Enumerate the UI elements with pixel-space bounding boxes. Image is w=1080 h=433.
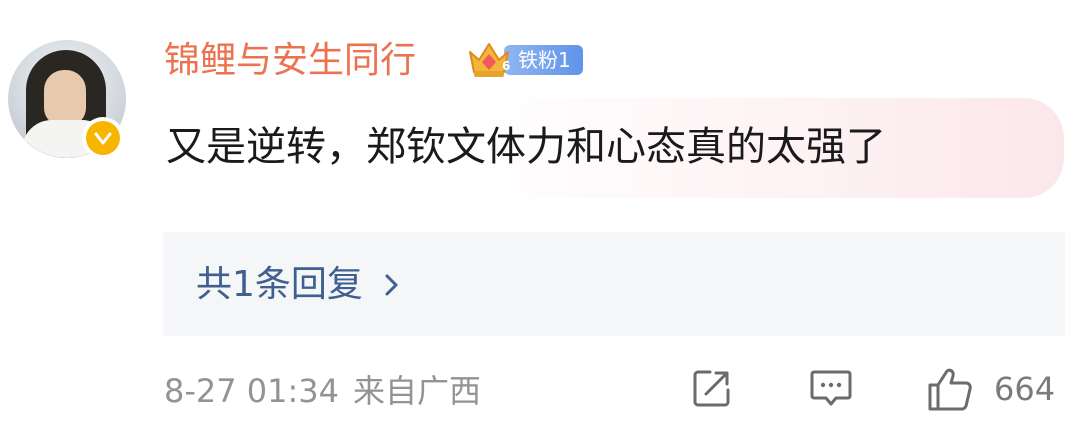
chevron-right-icon [385,274,398,296]
fan-badge[interactable]: 6 铁粉1 [466,40,583,80]
comment-icon [810,370,852,406]
comment-date: 8-27 01:34 [164,372,340,410]
verified-icon [82,117,124,159]
reply-button[interactable] [808,366,854,410]
crown-icon: 6 [469,43,510,77]
fan-level-number: 6 [502,59,510,73]
replies-label: 共1条回复 [196,264,363,305]
comment-location: 来自广西 [353,372,482,410]
view-replies-link[interactable]: 共1条回复 [196,262,401,308]
like-button[interactable]: 664 [926,366,1055,412]
thumbs-up-icon [928,368,972,411]
comment-text[interactable]: 又是逆转，郑钦文体力和心态真的太强了 [166,118,886,176]
comment-meta: 8-27 01:34 来自广西 [164,368,481,414]
share-button[interactable] [690,366,734,410]
username[interactable]: 锦鲤与安生同行 [164,36,416,86]
avatar-face [44,70,86,126]
share-icon [693,370,730,407]
fan-badge-label: 铁粉1 [504,45,583,75]
like-count: 664 [994,370,1056,408]
